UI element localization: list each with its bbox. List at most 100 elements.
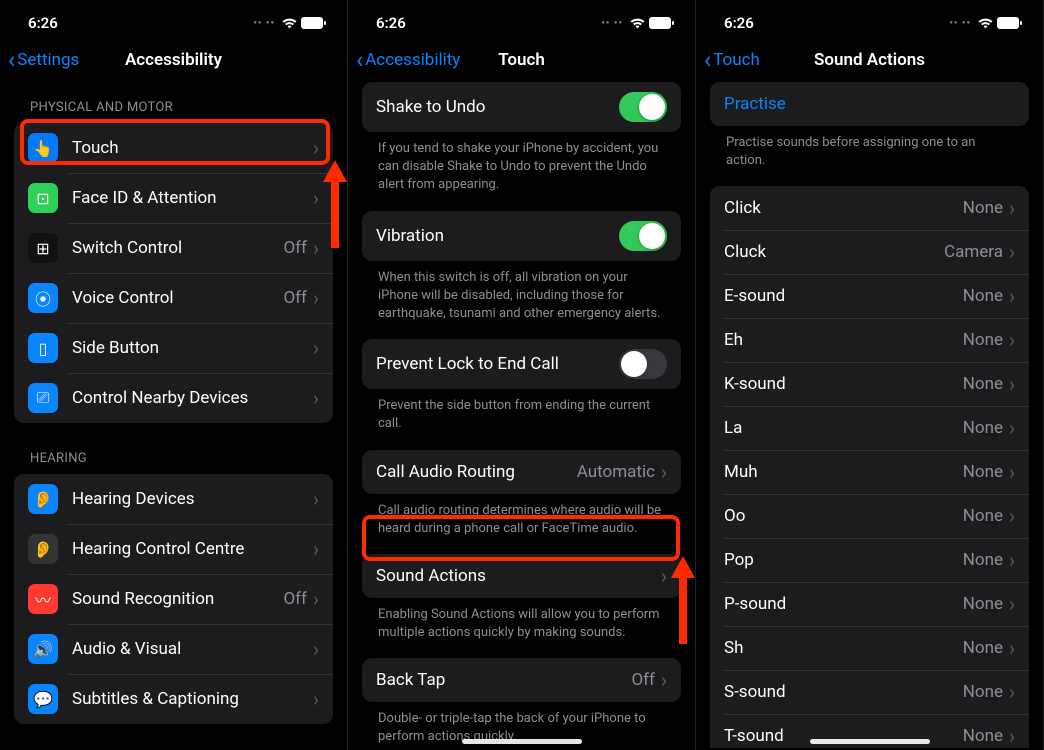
row-sound-actions[interactable]: Sound Actions › (362, 554, 681, 598)
group-soundactions: Sound Actions › (362, 554, 681, 598)
status-time: 6:26 (724, 14, 754, 32)
row-detail: Camera (944, 242, 1003, 262)
row-label: P-sound (724, 594, 963, 614)
row-sound[interactable]: PopNone› (710, 538, 1029, 582)
home-indicator[interactable] (810, 739, 930, 744)
chevron-right-icon: › (1009, 198, 1015, 218)
footer-shake: If you tend to shake your iPhone by acci… (362, 132, 681, 195)
row-sound[interactable]: OoNone› (710, 494, 1029, 538)
back-button[interactable]: ‹ Settings (8, 48, 79, 72)
row-subtitles[interactable]: 💬 Subtitles & Captioning › (14, 674, 333, 724)
row-label: Sound Recognition (72, 589, 283, 609)
row-detail: Off (283, 589, 307, 609)
section-header-physical: PHYSICAL AND MOTOR (14, 82, 333, 123)
chevron-right-icon: › (1009, 726, 1015, 746)
battery-icon (301, 17, 327, 29)
chevron-right-icon: › (313, 589, 319, 609)
row-faceid[interactable]: ⊡ Face ID & Attention › (14, 173, 333, 223)
row-sound-recognition[interactable]: 〰 Sound Recognition Off › (14, 574, 333, 624)
row-sound[interactable]: P-soundNone › (710, 582, 1029, 626)
row-label: Audio & Visual (72, 639, 313, 659)
row-detail: None (963, 330, 1003, 350)
chevron-right-icon: › (313, 138, 319, 158)
row-detail: Automatic (577, 462, 655, 482)
toggle-prevent-lock[interactable] (619, 349, 667, 379)
cellular-dots-icon: •• •• (949, 18, 971, 29)
row-detail: None (963, 550, 1003, 570)
row-back-tap[interactable]: Back Tap Off › (362, 658, 681, 702)
row-sound[interactable]: ClickNone › (710, 186, 1029, 230)
screen-accessibility: 6:26 •• •• ‹ Settings Accessibility PHYS… (0, 0, 348, 750)
group-callaudio: Call Audio Routing Automatic › (362, 450, 681, 494)
row-detail: None (963, 594, 1003, 614)
wifi-icon (281, 17, 298, 29)
status-bar: 6:26 •• •• (696, 0, 1043, 36)
toggle-vibration[interactable] (619, 221, 667, 251)
row-detail: None (963, 198, 1003, 218)
battery-icon (649, 17, 675, 29)
row-label: K-sound (724, 374, 963, 394)
row-label: La (724, 418, 963, 438)
row-sound[interactable]: S-soundNone› (710, 670, 1029, 714)
row-switchcontrol[interactable]: ⊞ Switch Control Off › (14, 223, 333, 273)
row-label: Muh (724, 462, 963, 482)
row-call-audio[interactable]: Call Audio Routing Automatic › (362, 450, 681, 494)
row-prevent-lock[interactable]: Prevent Lock to End Call (362, 339, 681, 389)
row-touch[interactable]: 👆 Touch › (14, 123, 333, 173)
toggle-shake[interactable] (619, 92, 667, 122)
content-scroll[interactable]: PHYSICAL AND MOTOR 👆 Touch › ⊡ Face ID &… (0, 82, 347, 748)
content-scroll[interactable]: Shake to Undo If you tend to shake your … (348, 82, 695, 748)
row-audio-visual[interactable]: 🔊 Audio & Visual › (14, 624, 333, 674)
switch-control-icon: ⊞ (28, 233, 58, 263)
row-label: Prevent Lock to End Call (376, 354, 619, 374)
back-button[interactable]: ‹ Touch (704, 48, 760, 72)
row-label: S-sound (724, 682, 963, 702)
chevron-right-icon: › (1009, 242, 1015, 262)
chevron-right-icon: › (313, 388, 319, 408)
chevron-right-icon: › (313, 489, 319, 509)
row-label: Click (724, 198, 963, 218)
row-label: Control Nearby Devices (72, 388, 313, 408)
row-voicecontrol[interactable]: ⦿ Voice Control Off › (14, 273, 333, 323)
chevron-right-icon: › (1009, 418, 1015, 438)
group-physical: 👆 Touch › ⊡ Face ID & Attention › ⊞ Swit… (14, 123, 333, 423)
row-label: Hearing Devices (72, 489, 313, 509)
row-sound[interactable]: E-soundNone› (710, 274, 1029, 318)
row-vibration[interactable]: Vibration (362, 211, 681, 261)
content-scroll[interactable]: Practise Practise sounds before assignin… (696, 82, 1043, 748)
footer-vibration: When this switch is off, all vibration o… (362, 261, 681, 324)
row-nearby[interactable]: ⎚ Control Nearby Devices › (14, 373, 333, 423)
back-label: Accessibility (365, 50, 460, 70)
row-label: Touch (72, 138, 313, 158)
chevron-right-icon: › (1009, 506, 1015, 526)
row-hearing-devices[interactable]: 👂 Hearing Devices › (14, 474, 333, 524)
row-sound[interactable]: EhNone› (710, 318, 1029, 362)
row-sound[interactable]: MuhNone› (710, 450, 1029, 494)
chevron-right-icon: › (1009, 594, 1015, 614)
home-indicator[interactable] (462, 739, 582, 744)
row-sound[interactable]: LaNone› (710, 406, 1029, 450)
group-vibration: Vibration (362, 211, 681, 261)
row-sound[interactable]: CluckCamera› (710, 230, 1029, 274)
row-detail: Off (283, 288, 307, 308)
row-sound[interactable]: K-soundNone› (710, 362, 1029, 406)
row-sidebutton[interactable]: ▯ Side Button › (14, 323, 333, 373)
row-hearing-control[interactable]: 👂 Hearing Control Centre › (14, 524, 333, 574)
status-icons: •• •• (253, 17, 327, 29)
row-detail: None (963, 638, 1003, 658)
row-detail: Off (283, 238, 307, 258)
back-button[interactable]: ‹ Accessibility (356, 48, 460, 72)
row-shake-undo[interactable]: Shake to Undo (362, 82, 681, 132)
row-label: Voice Control (72, 288, 283, 308)
row-sound[interactable]: ShNone› (710, 626, 1029, 670)
chevron-right-icon: › (661, 670, 667, 690)
row-label: Side Button (72, 338, 313, 358)
status-icons: •• •• (601, 17, 675, 29)
chevron-right-icon: › (661, 462, 667, 482)
row-practise[interactable]: Practise (710, 82, 1029, 126)
chevron-left-icon: ‹ (704, 48, 711, 72)
row-label: Oo (724, 506, 963, 526)
subtitles-icon: 💬 (28, 684, 58, 714)
row-detail: None (963, 726, 1003, 746)
row-label: Pop (724, 550, 963, 570)
